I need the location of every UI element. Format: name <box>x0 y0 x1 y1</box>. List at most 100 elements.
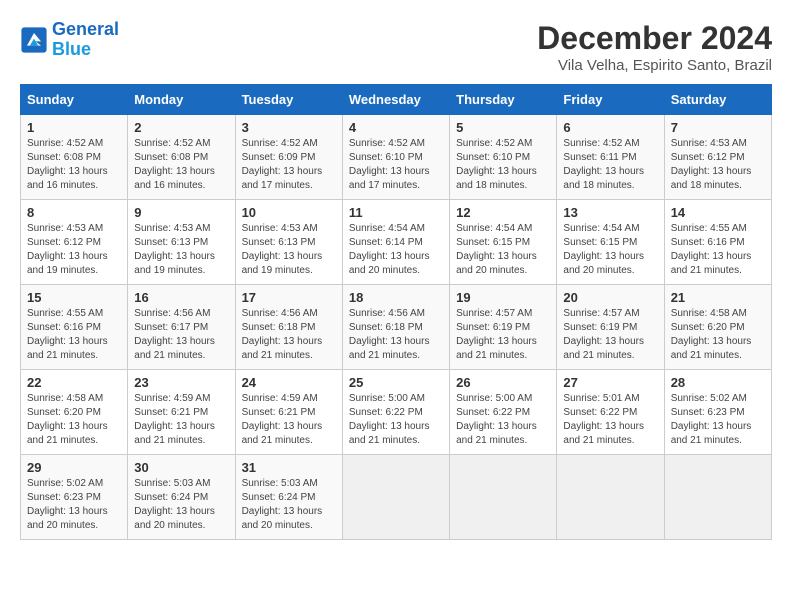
day-info: Sunrise: 4:56 AM Sunset: 6:18 PM Dayligh… <box>349 307 443 363</box>
day-info: Sunrise: 5:00 AM Sunset: 6:22 PM Dayligh… <box>456 392 550 448</box>
day-info: Sunrise: 4:57 AM Sunset: 6:19 PM Dayligh… <box>456 307 550 363</box>
calendar-cell: 3 Sunrise: 4:52 AM Sunset: 6:09 PM Daylig… <box>235 115 342 200</box>
calendar-week-4: 22Sunrise: 4:58 AM Sunset: 6:20 PM Dayli… <box>21 370 772 455</box>
calendar-cell: 14Sunrise: 4:55 AM Sunset: 6:16 PM Dayli… <box>664 200 771 285</box>
weekday-header-saturday: Saturday <box>664 85 771 115</box>
calendar-cell: 29 Sunrise: 5:02 AM Sunset: 6:23 PM Dayli… <box>21 455 128 540</box>
calendar-cell: 31 Sunrise: 5:03 AM Sunset: 6:24 PM Dayli… <box>235 455 342 540</box>
location: Vila Velha, Espirito Santo, Brazil <box>537 57 772 74</box>
day-info: Sunrise: 4:53 AM Sunset: 6:12 PM Dayligh… <box>27 222 121 278</box>
day-info: Sunrise: 4:53 AM Sunset: 6:13 PM Dayligh… <box>134 222 228 278</box>
calendar-week-1: 1 Sunrise: 4:52 AM Sunset: 6:08 PM Daylig… <box>21 115 772 200</box>
day-number: 5 <box>456 120 550 135</box>
day-info: Sunrise: 4:56 AM Sunset: 6:18 PM Dayligh… <box>242 307 336 363</box>
day-number: 18 <box>349 290 443 305</box>
calendar-cell: 24Sunrise: 4:59 AM Sunset: 6:21 PM Dayli… <box>235 370 342 455</box>
calendar-cell: 30 Sunrise: 5:03 AM Sunset: 6:24 PM Dayli… <box>128 455 235 540</box>
day-number: 23 <box>134 375 228 390</box>
day-info: Sunrise: 4:56 AM Sunset: 6:17 PM Dayligh… <box>134 307 228 363</box>
weekday-header-monday: Monday <box>128 85 235 115</box>
calendar-week-2: 8 Sunrise: 4:53 AM Sunset: 6:12 PM Daylig… <box>21 200 772 285</box>
day-info: Sunrise: 4:59 AM Sunset: 6:21 PM Dayligh… <box>134 392 228 448</box>
page-header: General Blue December 2024 Vila Velha, E… <box>20 20 772 74</box>
day-number: 19 <box>456 290 550 305</box>
calendar-cell: 23 Sunrise: 4:59 AM Sunset: 6:21 PM Dayli… <box>128 370 235 455</box>
day-number: 22 <box>27 375 121 390</box>
day-number: 26 <box>456 375 550 390</box>
weekday-header-tuesday: Tuesday <box>235 85 342 115</box>
calendar-cell: 28 Sunrise: 5:02 AM Sunset: 6:23 PM Dayli… <box>664 370 771 455</box>
day-number: 29 <box>27 460 121 475</box>
weekday-header-thursday: Thursday <box>450 85 557 115</box>
day-number: 25 <box>349 375 443 390</box>
day-number: 15 <box>27 290 121 305</box>
day-number: 10 <box>242 205 336 220</box>
day-info: Sunrise: 5:02 AM Sunset: 6:23 PM Dayligh… <box>27 477 121 533</box>
calendar-cell <box>450 455 557 540</box>
calendar-cell: 17Sunrise: 4:56 AM Sunset: 6:18 PM Dayli… <box>235 285 342 370</box>
calendar-cell <box>342 455 449 540</box>
calendar-cell: 19 Sunrise: 4:57 AM Sunset: 6:19 PM Dayli… <box>450 285 557 370</box>
day-info: Sunrise: 4:59 AM Sunset: 6:21 PM Dayligh… <box>242 392 336 448</box>
logo-text: General Blue <box>52 20 119 60</box>
calendar-cell: 6Sunrise: 4:52 AM Sunset: 6:11 PM Daylig… <box>557 115 664 200</box>
calendar-cell: 15Sunrise: 4:55 AM Sunset: 6:16 PM Dayli… <box>21 285 128 370</box>
day-number: 2 <box>134 120 228 135</box>
day-info: Sunrise: 4:52 AM Sunset: 6:10 PM Dayligh… <box>349 137 443 193</box>
day-info: Sunrise: 4:53 AM Sunset: 6:13 PM Dayligh… <box>242 222 336 278</box>
calendar-header: SundayMondayTuesdayWednesdayThursdayFrid… <box>21 85 772 115</box>
day-info: Sunrise: 4:52 AM Sunset: 6:09 PM Dayligh… <box>242 137 336 193</box>
weekday-header-friday: Friday <box>557 85 664 115</box>
day-number: 3 <box>242 120 336 135</box>
title-block: December 2024 Vila Velha, Espirito Santo… <box>537 20 772 74</box>
day-info: Sunrise: 5:01 AM Sunset: 6:22 PM Dayligh… <box>563 392 657 448</box>
calendar-cell: 11Sunrise: 4:54 AM Sunset: 6:14 PM Dayli… <box>342 200 449 285</box>
day-number: 6 <box>563 120 657 135</box>
calendar-cell: 9Sunrise: 4:53 AM Sunset: 6:13 PM Daylig… <box>128 200 235 285</box>
day-number: 13 <box>563 205 657 220</box>
calendar-cell: 1 Sunrise: 4:52 AM Sunset: 6:08 PM Daylig… <box>21 115 128 200</box>
day-info: Sunrise: 4:58 AM Sunset: 6:20 PM Dayligh… <box>671 307 765 363</box>
day-number: 30 <box>134 460 228 475</box>
weekday-header-sunday: Sunday <box>21 85 128 115</box>
calendar-cell <box>557 455 664 540</box>
day-info: Sunrise: 4:52 AM Sunset: 6:08 PM Dayligh… <box>27 137 121 193</box>
day-info: Sunrise: 4:54 AM Sunset: 6:15 PM Dayligh… <box>456 222 550 278</box>
calendar-cell: 13 Sunrise: 4:54 AM Sunset: 6:15 PM Dayli… <box>557 200 664 285</box>
calendar-cell: 25 Sunrise: 5:00 AM Sunset: 6:22 PM Dayli… <box>342 370 449 455</box>
day-number: 16 <box>134 290 228 305</box>
day-number: 28 <box>671 375 765 390</box>
day-number: 12 <box>456 205 550 220</box>
day-info: Sunrise: 5:02 AM Sunset: 6:23 PM Dayligh… <box>671 392 765 448</box>
day-info: Sunrise: 4:52 AM Sunset: 6:08 PM Dayligh… <box>134 137 228 193</box>
calendar-cell: 4Sunrise: 4:52 AM Sunset: 6:10 PM Daylig… <box>342 115 449 200</box>
calendar-cell: 21 Sunrise: 4:58 AM Sunset: 6:20 PM Dayli… <box>664 285 771 370</box>
calendar-week-3: 15Sunrise: 4:55 AM Sunset: 6:16 PM Dayli… <box>21 285 772 370</box>
day-number: 31 <box>242 460 336 475</box>
weekday-row: SundayMondayTuesdayWednesdayThursdayFrid… <box>21 85 772 115</box>
day-info: Sunrise: 4:54 AM Sunset: 6:14 PM Dayligh… <box>349 222 443 278</box>
day-number: 20 <box>563 290 657 305</box>
weekday-header-wednesday: Wednesday <box>342 85 449 115</box>
day-info: Sunrise: 4:53 AM Sunset: 6:12 PM Dayligh… <box>671 137 765 193</box>
day-number: 1 <box>27 120 121 135</box>
calendar-cell: 18 Sunrise: 4:56 AM Sunset: 6:18 PM Dayli… <box>342 285 449 370</box>
month-title: December 2024 <box>537 20 772 57</box>
calendar-table: SundayMondayTuesdayWednesdayThursdayFrid… <box>20 84 772 540</box>
day-number: 8 <box>27 205 121 220</box>
calendar-cell: 16 Sunrise: 4:56 AM Sunset: 6:17 PM Dayli… <box>128 285 235 370</box>
logo-icon <box>20 26 48 54</box>
day-info: Sunrise: 5:03 AM Sunset: 6:24 PM Dayligh… <box>242 477 336 533</box>
calendar-cell: 10 Sunrise: 4:53 AM Sunset: 6:13 PM Dayli… <box>235 200 342 285</box>
day-number: 21 <box>671 290 765 305</box>
day-number: 27 <box>563 375 657 390</box>
calendar-cell: 2 Sunrise: 4:52 AM Sunset: 6:08 PM Daylig… <box>128 115 235 200</box>
calendar-cell: 5Sunrise: 4:52 AM Sunset: 6:10 PM Daylig… <box>450 115 557 200</box>
logo-line2: Blue <box>52 39 91 59</box>
calendar-cell: 8 Sunrise: 4:53 AM Sunset: 6:12 PM Daylig… <box>21 200 128 285</box>
logo: General Blue <box>20 20 119 60</box>
day-info: Sunrise: 4:54 AM Sunset: 6:15 PM Dayligh… <box>563 222 657 278</box>
day-info: Sunrise: 5:03 AM Sunset: 6:24 PM Dayligh… <box>134 477 228 533</box>
day-number: 7 <box>671 120 765 135</box>
day-info: Sunrise: 5:00 AM Sunset: 6:22 PM Dayligh… <box>349 392 443 448</box>
